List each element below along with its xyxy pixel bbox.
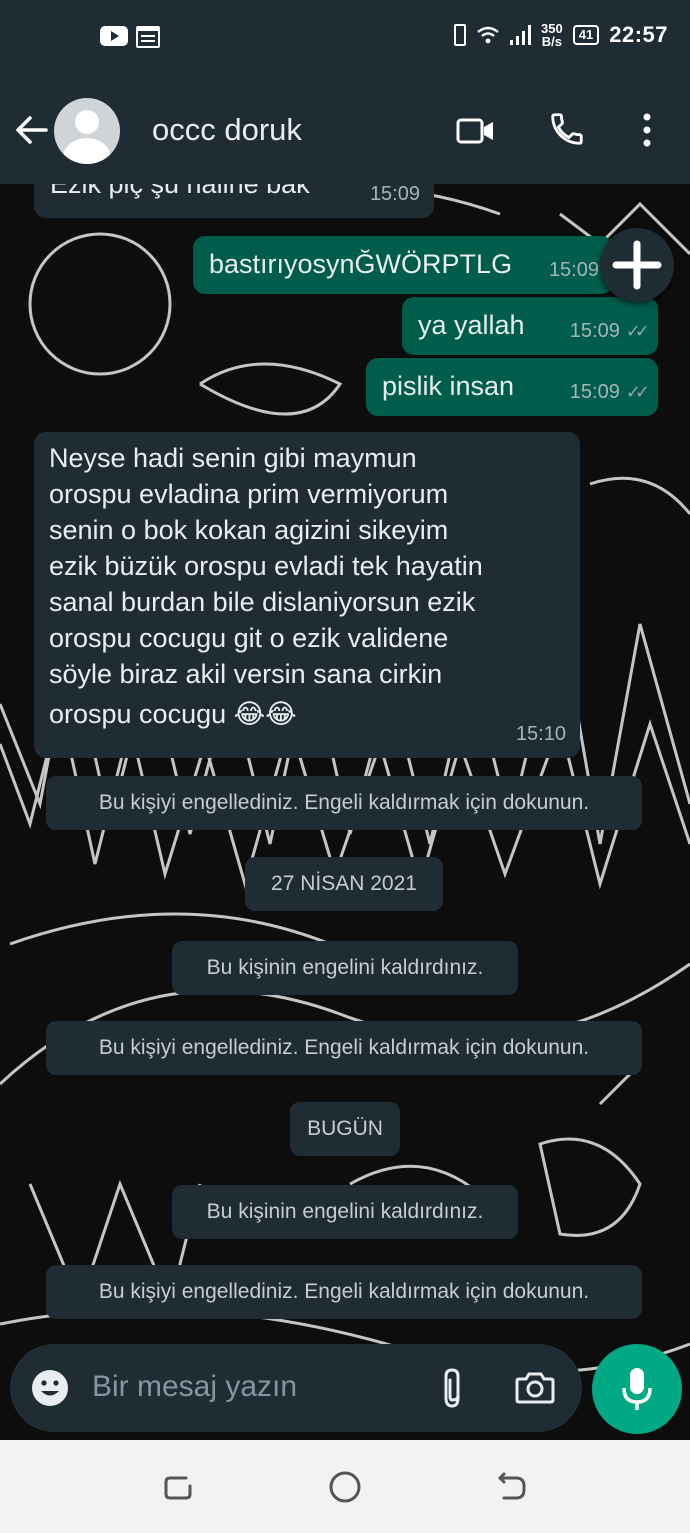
attach-icon[interactable]	[438, 1366, 466, 1410]
message-time: 15:09	[369, 184, 420, 205]
clock: 22:57	[609, 22, 668, 47]
message-input[interactable]: Bir mesaj yazın	[92, 1370, 297, 1404]
emoji-icon[interactable]	[30, 1368, 70, 1408]
calendar-icon	[136, 26, 160, 48]
recent-apps-icon[interactable]	[162, 1472, 194, 1504]
plus-icon	[612, 240, 662, 290]
message-input-bar: Bir mesaj yazın	[10, 1344, 582, 1432]
video-call-icon[interactable]	[456, 118, 496, 144]
youtube-icon	[100, 26, 128, 46]
blocked-notice[interactable]: Bu kişiyi engellediniz. Engeli kaldırmak…	[46, 776, 642, 830]
more-options-icon[interactable]	[640, 112, 654, 148]
incoming-message[interactable]: Neyse hadi senin gibi maymun orospu evla…	[34, 432, 580, 758]
message-time: 15:09	[569, 381, 620, 403]
date-separator: BUGÜN	[290, 1102, 400, 1156]
outgoing-message[interactable]: pislik insan 15:09 ✓✓	[366, 358, 658, 416]
chat-header: occc doruk	[0, 76, 690, 184]
incoming-message[interactable]: Ezik piç şu haline bak 15:09	[34, 184, 434, 218]
back-arrow-icon[interactable]	[14, 112, 50, 148]
home-icon[interactable]	[328, 1470, 362, 1504]
contact-name[interactable]: occc doruk	[152, 112, 302, 148]
back-nav-icon[interactable]	[496, 1472, 528, 1504]
network-speed: 350 B/s	[541, 21, 563, 49]
message-time: 15:09	[569, 320, 620, 342]
message-time: 15:09	[548, 259, 599, 281]
vibrate-icon	[454, 24, 467, 46]
status-bar: 350 B/s 41 22:57	[0, 0, 690, 76]
battery-indicator: 41	[572, 25, 600, 45]
chat-area[interactable]: Ezik piç şu haline bak 15:09 bastırıyosy…	[0, 184, 690, 1440]
signal-icon	[510, 25, 532, 45]
wifi-icon	[477, 26, 499, 44]
avatar[interactable]	[54, 98, 120, 164]
date-separator: 27 NİSAN 2021	[245, 857, 443, 911]
read-ticks-icon: ✓✓	[625, 382, 650, 402]
unblocked-notice: Bu kişinin engelini kaldırdınız.	[172, 941, 518, 995]
add-button[interactable]	[600, 228, 674, 302]
outgoing-message[interactable]: bastırıyosynĞWÖRPTLG 15:09	[193, 236, 613, 294]
phone-call-icon[interactable]	[548, 110, 586, 148]
system-navigation-bar	[0, 1440, 690, 1533]
unblocked-notice: Bu kişinin engelini kaldırdınız.	[172, 1185, 518, 1239]
blocked-notice[interactable]: Bu kişiyi engellediniz. Engeli kaldırmak…	[46, 1021, 642, 1075]
message-time: 15:10	[515, 723, 566, 745]
microphone-icon	[622, 1368, 652, 1410]
outgoing-message[interactable]: ya yallah 15:09 ✓✓	[402, 297, 658, 355]
blocked-notice[interactable]: Bu kişiyi engellediniz. Engeli kaldırmak…	[46, 1265, 642, 1319]
camera-icon[interactable]	[515, 1370, 555, 1404]
read-ticks-icon: ✓✓	[625, 321, 650, 341]
voice-message-button[interactable]	[592, 1344, 682, 1434]
